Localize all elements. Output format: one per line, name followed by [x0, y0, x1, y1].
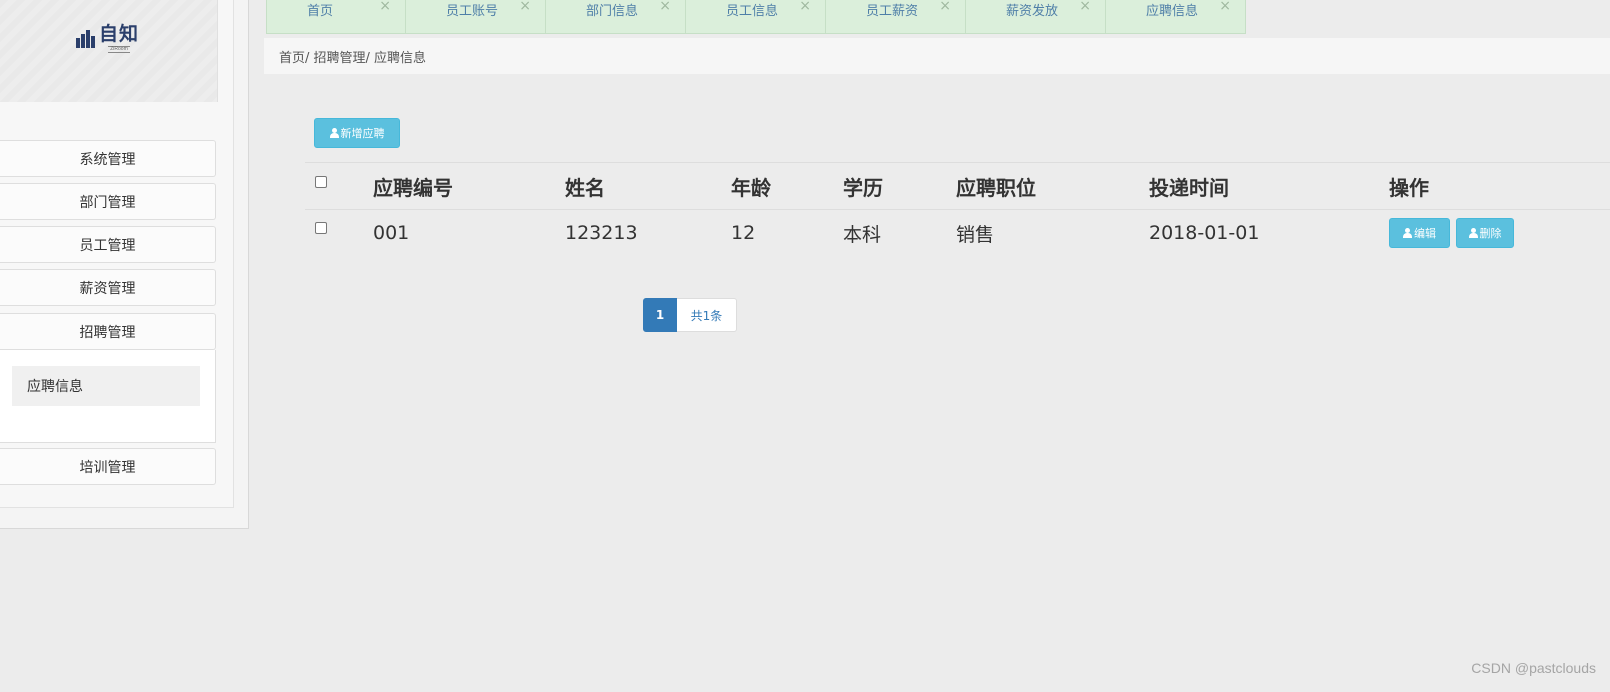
- table-header-row: 应聘编号 姓名 年龄 学历 应聘职位 投递时间 操作: [305, 162, 1610, 210]
- column-header-name: 姓名: [565, 162, 731, 210]
- close-icon[interactable]: ×: [1079, 0, 1091, 14]
- column-header-actions: 操作: [1389, 162, 1610, 210]
- logo-area: 自知 ZiRoom: [0, 0, 218, 102]
- tab-employee-salary[interactable]: 员工薪资 ×: [826, 0, 966, 34]
- logo: 自知 ZiRoom: [76, 25, 139, 53]
- add-application-label: 新增应聘: [340, 127, 385, 140]
- tab-applications[interactable]: 应聘信息 ×: [1106, 0, 1246, 34]
- sidebar-item-recruitment[interactable]: 招聘管理: [0, 313, 216, 350]
- cell-date: 2018-01-01: [1149, 209, 1389, 256]
- total-count: 共1条: [677, 298, 737, 332]
- sidebar: 自知 ZiRoom 系统管理 部门管理 员工管理 薪资管理 招聘管理 应聘信息 …: [0, 0, 249, 529]
- table-row: 001 123213 12 本科 销售 2018-01-01 编辑 删除: [305, 209, 1610, 256]
- tab-label: 员工薪资: [866, 4, 919, 19]
- select-all-checkbox[interactable]: [315, 176, 327, 188]
- tab-home[interactable]: 首页 ×: [266, 0, 406, 34]
- delete-button[interactable]: 删除: [1456, 218, 1514, 248]
- sidebar-item-employee[interactable]: 员工管理: [0, 226, 216, 263]
- sidebar-item-label: 招聘管理: [79, 324, 136, 341]
- sidebar-item-label: 薪资管理: [79, 280, 136, 297]
- close-icon[interactable]: ×: [1219, 0, 1231, 14]
- sidebar-item-training[interactable]: 培训管理: [0, 448, 216, 485]
- column-header-education: 学历: [843, 162, 956, 210]
- sidebar-item-department[interactable]: 部门管理: [0, 183, 216, 220]
- close-icon[interactable]: ×: [659, 0, 671, 14]
- tab-salary-payment[interactable]: 薪资发放 ×: [966, 0, 1106, 34]
- tab-label: 员工账号: [446, 4, 499, 19]
- tab-employee-info[interactable]: 员工信息 ×: [686, 0, 826, 34]
- cell-name: 123213: [565, 209, 731, 256]
- tab-bar: 首页 × 员工账号 × 部门信息 × 员工信息 × 员工薪资 × 薪资发放 × …: [266, 0, 1246, 34]
- sidebar-item-label: 员工管理: [79, 237, 136, 254]
- sidebar-item-salary[interactable]: 薪资管理: [0, 269, 216, 306]
- watermark: CSDN @pastclouds: [1471, 660, 1596, 676]
- user-icon: [329, 128, 339, 138]
- logo-building-icon: [76, 30, 95, 48]
- edit-label: 编辑: [1414, 227, 1436, 240]
- close-icon[interactable]: ×: [379, 0, 391, 14]
- pagination: 1 共1条: [643, 298, 737, 332]
- cell-education: 本科: [843, 209, 956, 256]
- page-button-current[interactable]: 1: [643, 298, 677, 332]
- tab-department-info[interactable]: 部门信息 ×: [546, 0, 686, 34]
- row-checkbox[interactable]: [315, 222, 327, 234]
- close-icon[interactable]: ×: [519, 0, 531, 14]
- tab-employee-accounts[interactable]: 员工账号 ×: [406, 0, 546, 34]
- sidebar-item-system[interactable]: 系统管理: [0, 140, 216, 177]
- submenu-item-label: 应聘信息: [27, 379, 83, 395]
- column-header-date: 投递时间: [1149, 162, 1389, 210]
- delete-label: 删除: [1479, 227, 1502, 240]
- close-icon[interactable]: ×: [939, 0, 951, 14]
- sidebar-item-label: 系统管理: [79, 151, 136, 168]
- applications-table: 应聘编号 姓名 年龄 学历 应聘职位 投递时间 操作 001 123213 12…: [305, 162, 1610, 256]
- tab-label: 应聘信息: [1146, 4, 1199, 19]
- cell-id: 001: [373, 209, 565, 256]
- sidebar-item-label: 培训管理: [79, 459, 136, 476]
- breadcrumb: 首页/ 招聘管理/ 应聘信息: [264, 38, 1610, 74]
- sidebar-panel: 自知 ZiRoom 系统管理 部门管理 员工管理 薪资管理 招聘管理 应聘信息 …: [0, 0, 234, 508]
- close-icon[interactable]: ×: [799, 0, 811, 14]
- submenu-item-applications[interactable]: 应聘信息: [12, 366, 200, 406]
- column-header-position: 应聘职位: [956, 162, 1149, 210]
- logo-subtitle: ZiRoom: [108, 46, 130, 53]
- cell-age: 12: [731, 209, 843, 256]
- tab-label: 薪资发放: [1006, 4, 1059, 19]
- logo-text: 自知: [99, 23, 140, 45]
- user-icon: [1403, 228, 1412, 238]
- cell-position: 销售: [956, 209, 1149, 256]
- tab-label: 员工信息: [726, 4, 779, 19]
- column-header-age: 年龄: [731, 162, 843, 210]
- breadcrumb-text: 首页/ 招聘管理/ 应聘信息: [279, 50, 427, 66]
- edit-button[interactable]: 编辑: [1389, 218, 1450, 248]
- add-application-button[interactable]: 新增应聘: [314, 118, 400, 148]
- cell-actions: 编辑 删除: [1389, 209, 1610, 256]
- recruitment-submenu: 应聘信息: [0, 350, 216, 443]
- user-icon: [1468, 228, 1478, 238]
- column-header-id: 应聘编号: [373, 162, 565, 210]
- sidebar-item-label: 部门管理: [79, 194, 136, 211]
- tab-label: 部门信息: [586, 4, 639, 19]
- tab-label: 首页: [307, 4, 334, 19]
